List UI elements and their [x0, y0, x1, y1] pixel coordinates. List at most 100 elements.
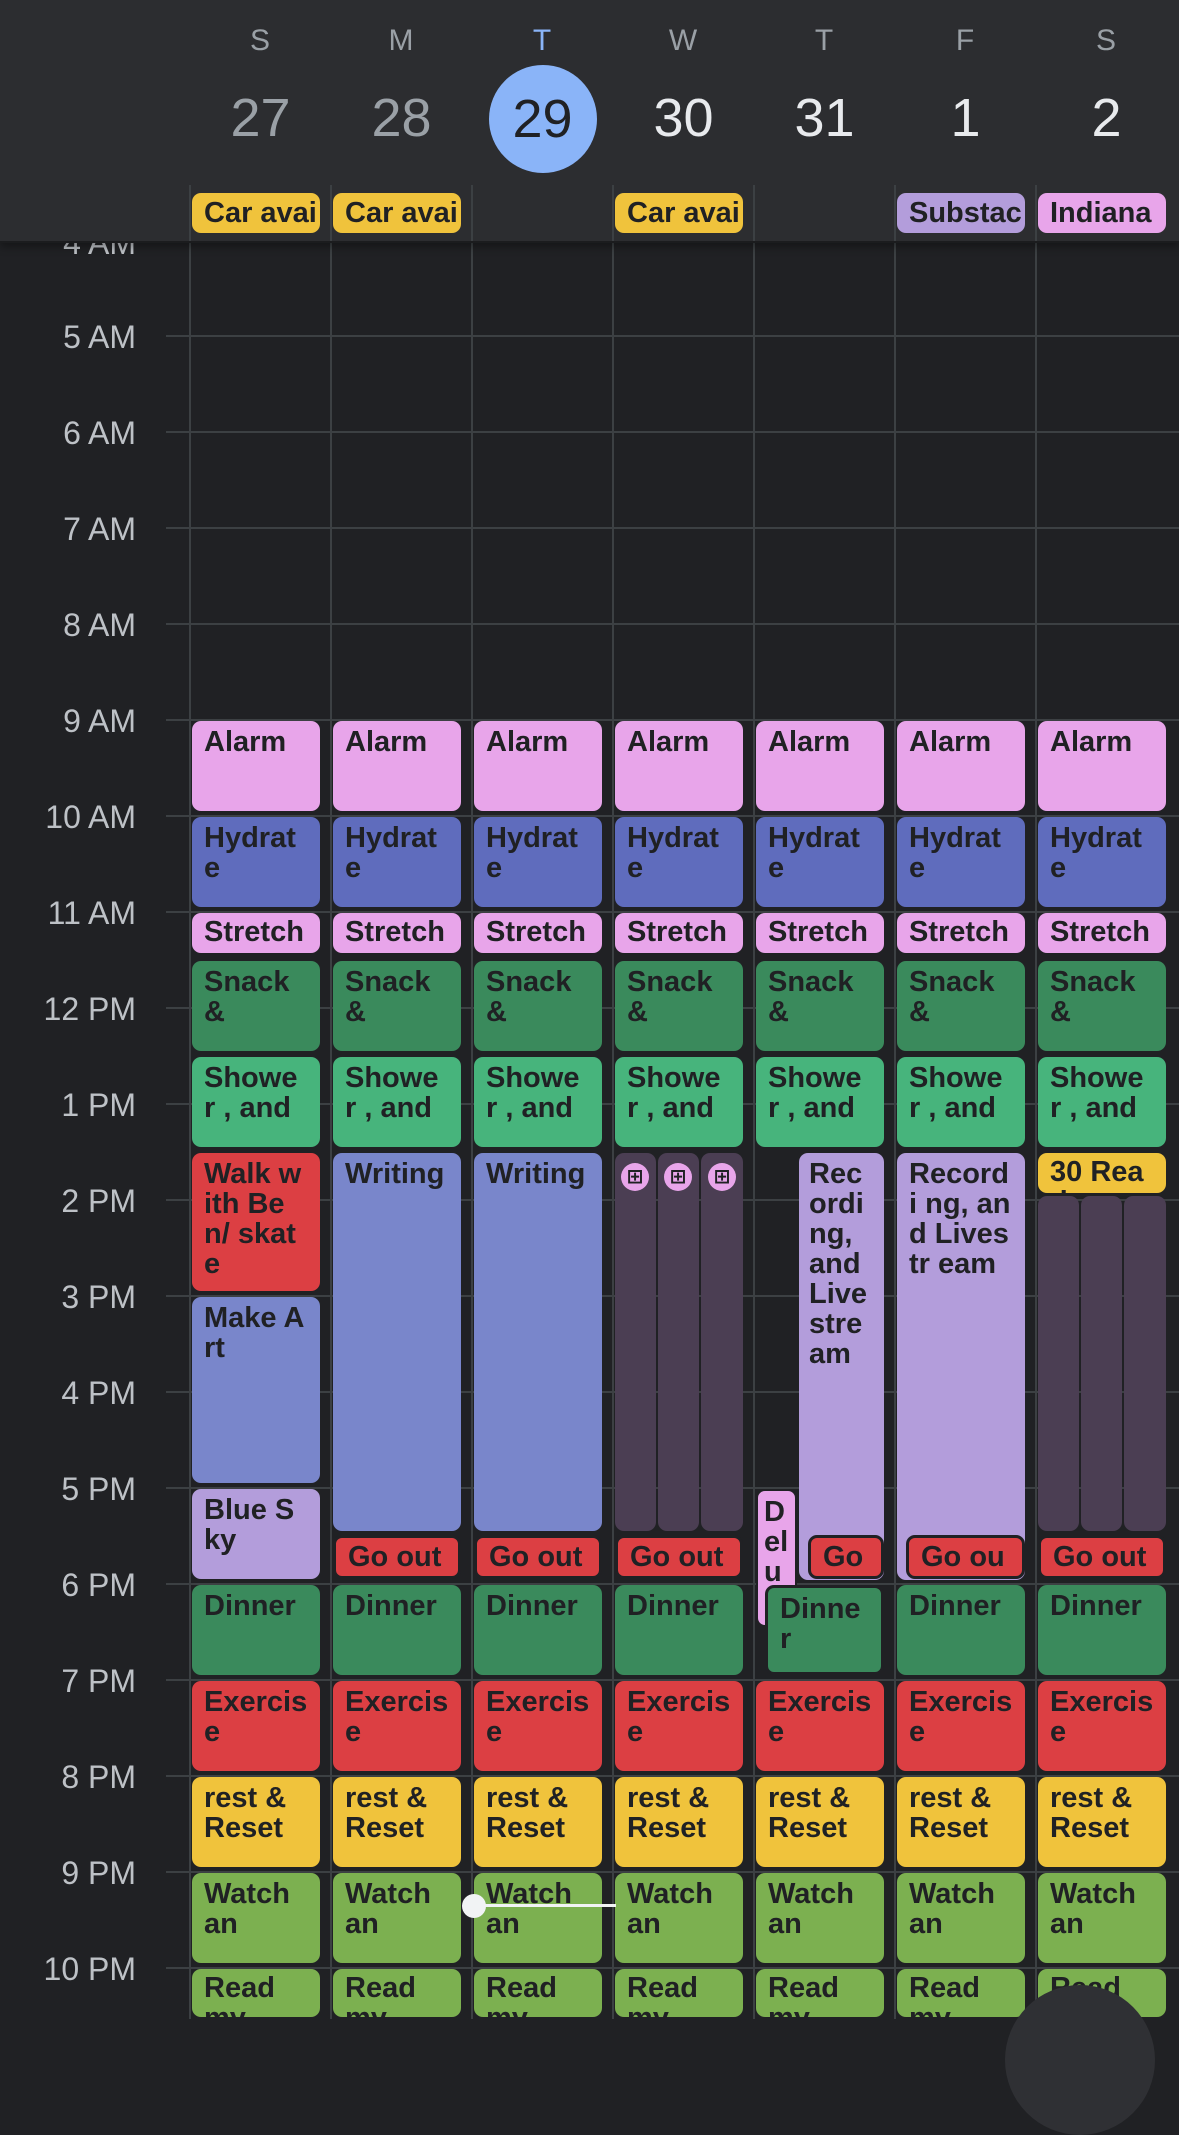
all-day-event-substack[interactable]: Substac [897, 193, 1025, 233]
task-block[interactable] [701, 1153, 743, 1531]
event-watch[interactable]: Watch an [192, 1873, 320, 1963]
event-writing[interactable]: Writing [474, 1153, 602, 1531]
all-day-event-car[interactable]: Car avai [333, 193, 461, 233]
event-exercise[interactable]: Exercis e [474, 1681, 602, 1771]
event-hydrate[interactable]: Hydrat e [615, 817, 743, 907]
event-shower[interactable]: Shower , and [333, 1057, 461, 1147]
event-rest-reset[interactable]: rest & Reset [333, 1777, 461, 1867]
event-make-art[interactable]: Make Art [192, 1297, 320, 1483]
event-alarm[interactable]: Alarm [192, 721, 320, 811]
event-shower[interactable]: Shower , and [756, 1057, 884, 1147]
event-rest-reset[interactable]: rest & Reset [897, 1777, 1025, 1867]
event-watch[interactable]: Watch an [474, 1873, 602, 1963]
task-block[interactable] [1038, 1196, 1079, 1531]
event-hydrate[interactable]: Hydrat e [192, 817, 320, 907]
event-watch[interactable]: Watch an [756, 1873, 884, 1963]
day-header-sun[interactable]: S 27 [190, 0, 331, 185]
event-shower[interactable]: Shower , and [897, 1057, 1025, 1147]
event-hydrate[interactable]: Hydrat e [1038, 817, 1166, 907]
task-block[interactable] [615, 1153, 656, 1531]
event-dinner[interactable]: Dinner [897, 1585, 1025, 1675]
event-snack[interactable]: Snack & [756, 961, 884, 1051]
event-rest-reset[interactable]: rest & Reset [756, 1777, 884, 1867]
event-recording[interactable]: Rec ordi ng, and Live stre am [799, 1153, 884, 1580]
day-header-sat[interactable]: S 2 [1036, 0, 1177, 185]
event-writing[interactable]: Writing [333, 1153, 461, 1531]
event-shower[interactable]: Shower , and [615, 1057, 743, 1147]
event-snack[interactable]: Snack & [897, 961, 1025, 1051]
event-stretch[interactable]: Stretch [897, 913, 1025, 953]
event-stretch[interactable]: Stretch [192, 913, 320, 953]
event-snack[interactable]: Snack & [333, 961, 461, 1051]
all-day-event-car[interactable]: Car avai [192, 193, 320, 233]
event-alarm[interactable]: Alarm [474, 721, 602, 811]
event-alarm[interactable]: Alarm [333, 721, 461, 811]
event-stretch[interactable]: Stretch [756, 913, 884, 953]
event-walk[interactable]: Walk with Ben/ skate [192, 1153, 320, 1291]
event-read[interactable]: Read my [333, 1969, 461, 2017]
event-snack[interactable]: Snack & [615, 961, 743, 1051]
day-header-tue[interactable]: T 29 [472, 0, 613, 185]
event-exercise[interactable]: Exercis e [897, 1681, 1025, 1771]
event-stretch[interactable]: Stretch [1038, 913, 1166, 953]
event-go-out[interactable]: Go out s [1038, 1535, 1166, 1579]
event-snack[interactable]: Snack & [474, 961, 602, 1051]
event-exercise[interactable]: Exercis e [1038, 1681, 1166, 1771]
event-read[interactable]: Read my [615, 1969, 743, 2017]
event-alarm[interactable]: Alarm [756, 721, 884, 811]
event-hydrate[interactable]: Hydrat e [474, 817, 602, 907]
event-go-out[interactable]: Go o [808, 1535, 884, 1579]
task-block[interactable] [1124, 1196, 1166, 1531]
event-go-out[interactable]: Go out s [474, 1535, 602, 1579]
event-stretch[interactable]: Stretch [474, 913, 602, 953]
event-go-out[interactable]: Go out s [333, 1535, 461, 1579]
event-snack[interactable]: Snack & [1038, 961, 1166, 1051]
day-header-thu[interactable]: T 31 [754, 0, 895, 185]
event-watch[interactable]: Watch an [1038, 1873, 1166, 1963]
all-day-event-indiana[interactable]: Indiana [1038, 193, 1166, 233]
event-exercise[interactable]: Exercis e [615, 1681, 743, 1771]
event-watch[interactable]: Watch an [333, 1873, 461, 1963]
task-block[interactable] [658, 1153, 699, 1531]
event-alarm[interactable]: Alarm [615, 721, 743, 811]
day-header-fri[interactable]: F 1 [895, 0, 1036, 185]
event-alarm[interactable]: Alarm [897, 721, 1025, 811]
event-rest-reset[interactable]: rest & Reset [192, 1777, 320, 1867]
event-shower[interactable]: Shower , and [474, 1057, 602, 1147]
event-hydrate[interactable]: Hydrat e [333, 817, 461, 907]
day-header-mon[interactable]: M 28 [331, 0, 472, 185]
event-dinner[interactable]: Dinner [615, 1585, 743, 1675]
event-shower[interactable]: Shower , and [1038, 1057, 1166, 1147]
all-day-event-car[interactable]: Car avai [615, 193, 743, 233]
task-block[interactable] [1081, 1196, 1122, 1531]
event-stretch[interactable]: Stretch [333, 913, 461, 953]
event-alarm[interactable]: Alarm [1038, 721, 1166, 811]
day-header-wed[interactable]: W 30 [613, 0, 754, 185]
event-shower[interactable]: Shower , and [192, 1057, 320, 1147]
event-read-30[interactable]: 30 Read [1038, 1153, 1166, 1193]
event-hydrate[interactable]: Hydrat e [897, 817, 1025, 907]
event-watch[interactable]: Watch an [615, 1873, 743, 1963]
event-read[interactable]: Read my [756, 1969, 884, 2017]
event-exercise[interactable]: Exercis e [192, 1681, 320, 1771]
event-hydrate[interactable]: Hydrat e [756, 817, 884, 907]
event-dinner[interactable]: Dinner [474, 1585, 602, 1675]
time-grid[interactable]: 4 AM 5 AM 6 AM 7 AM 8 AM 9 AM 10 AM 11 A… [0, 0, 1179, 2135]
event-dinner[interactable]: Dinner [333, 1585, 461, 1675]
event-exercise[interactable]: Exercis e [756, 1681, 884, 1771]
event-read[interactable]: Read my [474, 1969, 602, 2017]
create-event-button[interactable] [1005, 1985, 1155, 2135]
event-rest-reset[interactable]: rest & Reset [1038, 1777, 1166, 1867]
event-read[interactable]: Read my [192, 1969, 320, 2017]
event-rest-reset[interactable]: rest & Reset [615, 1777, 743, 1867]
event-rest-reset[interactable]: rest & Reset [474, 1777, 602, 1867]
event-exercise[interactable]: Exercis e [333, 1681, 461, 1771]
event-recording[interactable]: Recordi ng, and Livestr eam [897, 1153, 1025, 1580]
event-blue-sky[interactable]: Blue Sky [192, 1489, 320, 1579]
event-read[interactable]: Read my [897, 1969, 1025, 2017]
event-snack[interactable]: Snack & [192, 961, 320, 1051]
event-stretch[interactable]: Stretch [615, 913, 743, 953]
event-dinner[interactable]: Dinner [192, 1585, 320, 1675]
event-dinner[interactable]: Dinner [1038, 1585, 1166, 1675]
event-watch[interactable]: Watch an [897, 1873, 1025, 1963]
